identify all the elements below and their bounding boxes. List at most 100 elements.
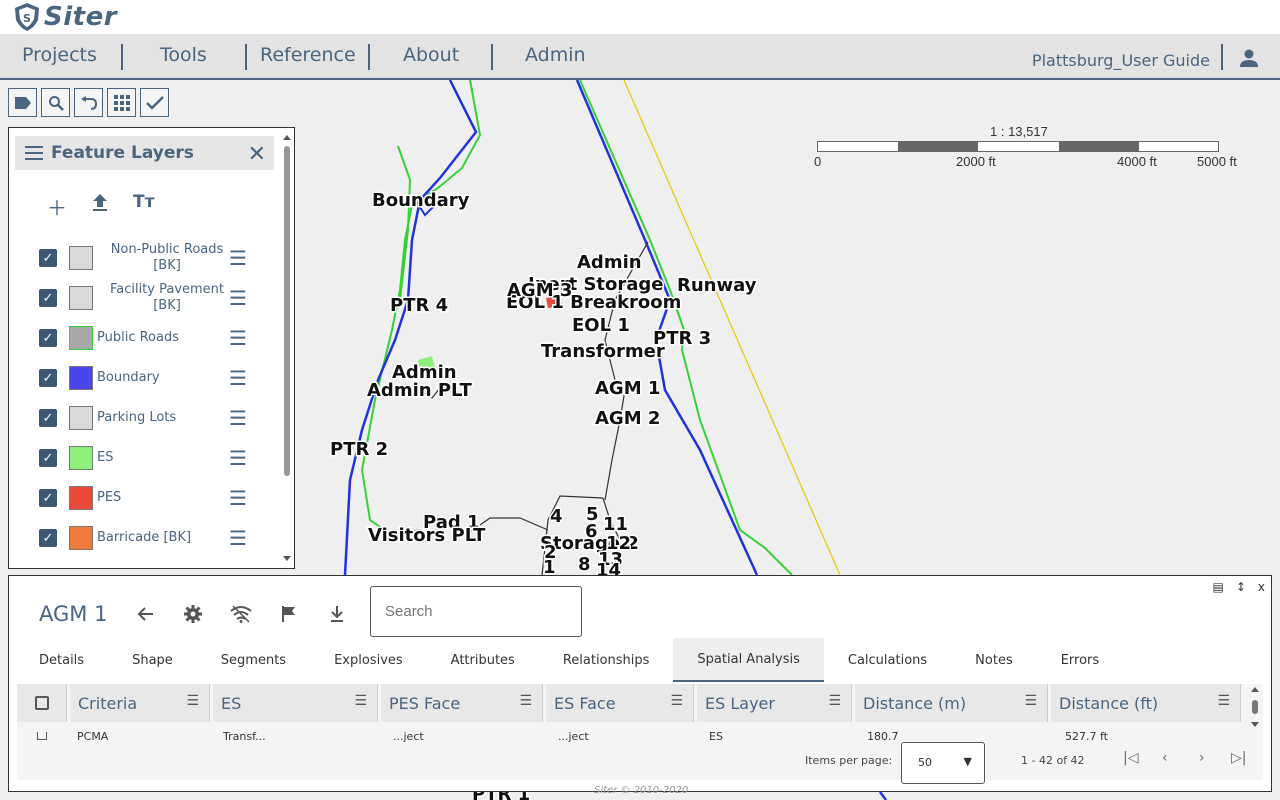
menu-icon[interactable]	[25, 145, 45, 161]
download-icon[interactable]	[325, 602, 349, 626]
layer-checkbox[interactable]: ✓	[39, 329, 57, 347]
row-checkbox[interactable]	[37, 732, 47, 740]
layer-menu-icon[interactable]: ☰	[229, 326, 247, 350]
layer-row[interactable]: ✓ Facility Pavement [BK] ☰	[39, 281, 259, 315]
layer-checkbox[interactable]: ✓	[39, 529, 57, 547]
tab-segments[interactable]: Segments	[197, 638, 310, 682]
resize-icon[interactable]: ↕	[1236, 580, 1246, 594]
map-toolbar	[8, 88, 169, 117]
layer-checkbox[interactable]: ✓	[39, 369, 57, 387]
layer-swatch[interactable]	[69, 446, 93, 470]
layer-swatch[interactable]	[69, 326, 93, 350]
back-arrow-icon[interactable]	[133, 602, 157, 626]
layer-swatch[interactable]	[69, 366, 93, 390]
layer-row[interactable]: ✓ Boundary ☰	[39, 361, 259, 395]
spatial-analysis-grid: Criteria ☰ ES ☰ PES Face ☰ ES Face ☰ ES Laye…	[17, 684, 1263, 784]
column-header[interactable]: Distance (ft) ☰	[1051, 684, 1241, 722]
search-input[interactable]	[370, 586, 582, 637]
grid-header: Criteria ☰ ES ☰ PES Face ☰ ES Face ☰ ES Laye…	[17, 684, 1244, 732]
items-per-page-select[interactable]: 50 ▼	[901, 742, 985, 784]
feature-layers-panel: Feature Layers ✕ ＋ Tт ✓ Non-Public Roads…	[8, 127, 295, 569]
checkbox-box[interactable]	[34, 696, 49, 710]
label-icon[interactable]	[8, 88, 37, 117]
layer-row[interactable]: ✓ Non-Public Roads [BK] ☰	[39, 241, 259, 275]
filter-icon[interactable]: ☰	[186, 693, 199, 709]
layer-menu-icon[interactable]: ☰	[229, 286, 247, 310]
filter-icon[interactable]: ☰	[1024, 693, 1037, 709]
select-all-checkbox[interactable]	[17, 684, 67, 722]
layer-swatch[interactable]	[69, 246, 93, 270]
nav-tools[interactable]: Tools	[160, 44, 207, 66]
tab-relationships[interactable]: Relationships	[539, 638, 674, 682]
layer-row[interactable]: ✓ Public Roads ☰	[39, 321, 259, 355]
layers-scroll-thumb[interactable]	[284, 146, 290, 476]
tab-explosives[interactable]: Explosives	[310, 638, 427, 682]
layer-menu-icon[interactable]: ☰	[229, 406, 247, 430]
add-icon[interactable]: ＋	[47, 192, 67, 221]
layer-row[interactable]: ✓ ES ☰	[39, 441, 259, 475]
scale-tick: 0	[814, 154, 822, 169]
tab-calculations[interactable]: Calculations	[824, 638, 951, 682]
gear-icon[interactable]	[181, 602, 205, 626]
project-name[interactable]: Plattsburg_User Guide	[1032, 51, 1210, 70]
layer-menu-icon[interactable]: ☰	[229, 486, 247, 510]
column-header[interactable]: PES Face ☰	[381, 684, 543, 722]
close-icon[interactable]: ✕	[248, 142, 266, 167]
tab-errors[interactable]: Errors	[1037, 638, 1123, 682]
nav-admin[interactable]: Admin	[525, 44, 586, 66]
column-header[interactable]: ES Layer ☰	[697, 684, 852, 722]
nav-projects[interactable]: Projects	[22, 44, 97, 66]
layer-menu-icon[interactable]: ☰	[229, 246, 247, 270]
undo-icon[interactable]	[74, 88, 103, 117]
close-icon[interactable]: x	[1258, 580, 1265, 594]
layer-checkbox[interactable]: ✓	[39, 449, 57, 467]
layer-menu-icon[interactable]: ☰	[229, 526, 247, 550]
column-header[interactable]: Criteria ☰	[70, 684, 210, 722]
layer-row[interactable]: ✓ Barricade [BK] ☰	[39, 521, 259, 555]
tab-attributes[interactable]: Attributes	[427, 638, 539, 682]
layer-swatch[interactable]	[69, 526, 93, 550]
prev-page-icon[interactable]: ‹	[1162, 750, 1168, 766]
layer-checkbox[interactable]: ✓	[39, 409, 57, 427]
layer-checkbox[interactable]: ✓	[39, 249, 57, 267]
scale-tick: 2000 ft	[956, 154, 996, 169]
flag-icon[interactable]	[277, 602, 301, 626]
layer-row[interactable]: ✓ PES ☰	[39, 481, 259, 515]
first-page-icon[interactable]: |◁	[1123, 750, 1138, 766]
layer-swatch[interactable]	[69, 286, 93, 310]
last-page-icon[interactable]: ▷|	[1231, 750, 1246, 766]
user-icon[interactable]	[1236, 45, 1262, 71]
filter-icon[interactable]: ☰	[354, 693, 367, 709]
layer-menu-icon[interactable]: ☰	[229, 446, 247, 470]
tab-notes[interactable]: Notes	[951, 638, 1037, 682]
filter-icon[interactable]: ☰	[828, 693, 841, 709]
layer-swatch[interactable]	[69, 486, 93, 510]
grid-icon[interactable]	[107, 88, 136, 117]
grid-scrollbar[interactable]	[1251, 684, 1259, 730]
layer-row[interactable]: ✓ Parking Lots ☰	[39, 401, 259, 435]
check-icon[interactable]	[140, 88, 169, 117]
nav-about[interactable]: About	[403, 44, 459, 66]
tab-spatial-analysis[interactable]: Spatial Analysis	[673, 638, 824, 682]
filter-icon[interactable]: ☰	[519, 693, 532, 709]
column-header[interactable]: ES ☰	[213, 684, 378, 722]
filter-icon[interactable]: ☰	[670, 693, 683, 709]
text-size-icon[interactable]: Tт	[133, 192, 154, 221]
nav-reference[interactable]: Reference	[260, 44, 356, 66]
column-header[interactable]: Distance (m) ☰	[855, 684, 1048, 722]
column-header[interactable]: ES Face ☰	[546, 684, 694, 722]
layer-checkbox[interactable]: ✓	[39, 289, 57, 307]
search-icon[interactable]	[41, 88, 70, 117]
tab-details[interactable]: Details	[15, 638, 108, 682]
wifi-off-icon[interactable]	[229, 602, 253, 626]
next-page-icon[interactable]: ›	[1199, 750, 1205, 766]
layer-menu-icon[interactable]: ☰	[229, 366, 247, 390]
logo[interactable]: S Siter	[14, 2, 117, 32]
tab-shape[interactable]: Shape	[108, 638, 197, 682]
filter-icon[interactable]: ☰	[1217, 693, 1230, 709]
dock-icon[interactable]: ▤	[1212, 580, 1223, 594]
layer-swatch[interactable]	[69, 406, 93, 430]
layer-checkbox[interactable]: ✓	[39, 489, 57, 507]
upload-icon[interactable]	[91, 192, 109, 212]
layers-title: Feature Layers	[51, 143, 194, 163]
